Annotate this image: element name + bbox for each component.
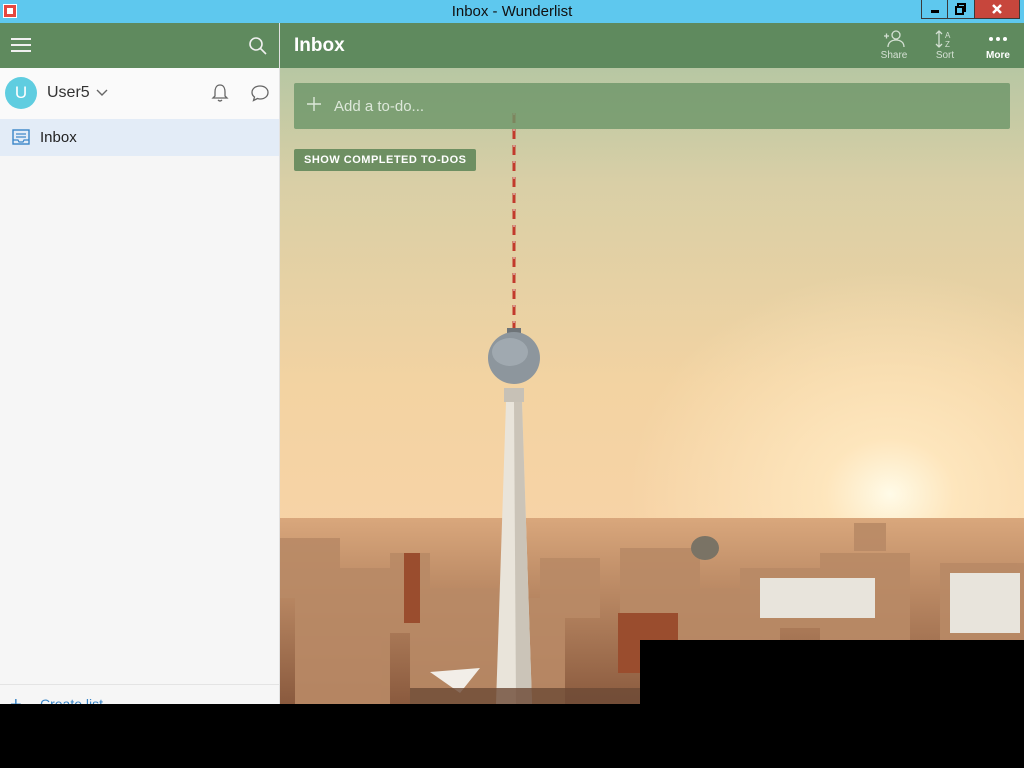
sort-icon: A Z [935, 30, 951, 49]
sort-label: Sort [935, 50, 955, 61]
search-icon[interactable] [248, 36, 268, 56]
occluded-region [0, 704, 1024, 768]
main-header: Inbox Share A Z Sort More [280, 23, 1024, 68]
share-icon [884, 30, 905, 48]
chevron-down-icon[interactable] [96, 87, 108, 97]
share-label: Share [880, 50, 908, 61]
restore-button[interactable] [947, 0, 975, 19]
window-title-bar: Inbox - Wunderlist [0, 0, 1024, 23]
window-title: Inbox - Wunderlist [451, 3, 573, 20]
share-button[interactable]: Share [874, 29, 914, 63]
svg-text:A: A [945, 31, 951, 40]
bell-icon[interactable] [211, 83, 229, 103]
sidebar-item-inbox[interactable]: Inbox [0, 119, 279, 156]
restore-icon [955, 3, 966, 15]
sidebar-item-label: Inbox [40, 129, 77, 146]
page-title: Inbox [294, 35, 345, 56]
sidebar: U User5 Inbox + Create list [0, 23, 280, 704]
main-content: Inbox Share A Z Sort More Add a to-do...… [280, 23, 1024, 704]
conversation-icon[interactable] [250, 83, 270, 103]
sidebar-header [0, 23, 279, 68]
create-list-button[interactable]: + Create list [0, 684, 279, 704]
sort-button[interactable]: A Z Sort [925, 29, 965, 63]
occluded-region [640, 640, 1024, 704]
add-todo-bar[interactable] [294, 83, 1010, 129]
minimize-icon [930, 10, 939, 13]
user-row[interactable]: U User5 [0, 68, 279, 119]
menu-icon[interactable] [11, 38, 31, 52]
more-button[interactable]: More [978, 29, 1018, 63]
more-icon [989, 37, 1007, 41]
create-list-label: Create list [40, 696, 104, 704]
plus-icon[interactable] [307, 97, 321, 111]
close-button[interactable] [974, 0, 1020, 19]
add-todo-input[interactable] [334, 96, 994, 116]
more-label: More [986, 50, 1010, 61]
svg-text:Z: Z [945, 40, 950, 49]
minimize-button[interactable] [921, 0, 948, 19]
inbox-icon [12, 129, 30, 145]
username[interactable]: User5 [47, 84, 90, 102]
plus-icon: + [10, 695, 22, 704]
close-icon [992, 4, 1002, 14]
show-completed-button[interactable]: SHOW COMPLETED TO-DOS [294, 149, 477, 171]
avatar[interactable]: U [5, 77, 37, 109]
